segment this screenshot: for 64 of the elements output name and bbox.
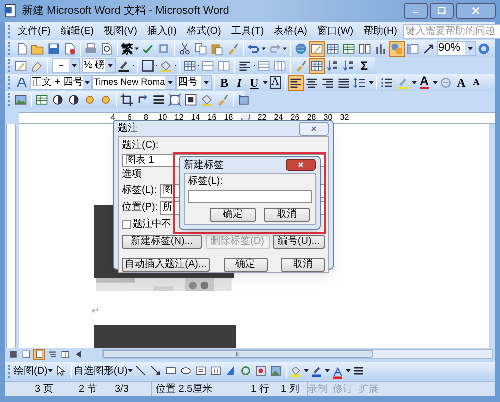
dialog-button[interactable]: 取消 bbox=[281, 258, 325, 272]
ruler-number: 6 bbox=[126, 113, 133, 122]
draw-menu[interactable]: 绘图(D) bbox=[14, 364, 48, 378]
menu-item[interactable]: 文件(F) bbox=[13, 24, 56, 38]
ruler-number: 18 bbox=[223, 113, 234, 123]
menu-item[interactable]: 工具(T) bbox=[226, 24, 270, 38]
status-item: 3 页 bbox=[35, 382, 54, 396]
status-item: 1 行 bbox=[251, 382, 270, 396]
toolbar-button[interactable]: A bbox=[469, 74, 484, 90]
group-label: 选项 bbox=[122, 169, 142, 181]
menu-item[interactable]: 插入(I) bbox=[142, 24, 182, 38]
ruler-number: 16 bbox=[206, 113, 218, 123]
ruler-number: 30 bbox=[322, 113, 334, 123]
toolbar-button[interactable]: U bbox=[247, 74, 262, 90]
ruler-number: 12 bbox=[174, 113, 185, 123]
help-search-field[interactable]: 键入需要帮助的问题 bbox=[402, 24, 500, 38]
dialog-button[interactable]: 编号(U)... bbox=[273, 235, 325, 249]
paragraph-mark: ↵ bbox=[92, 305, 100, 318]
window-title: 新建 Microsoft Word 文档 - Microsoft Word bbox=[22, 4, 230, 19]
toolbar-button[interactable]: A bbox=[417, 74, 432, 90]
ruler-number: 8 bbox=[143, 113, 150, 123]
ruler-number: 24 bbox=[273, 113, 284, 123]
ruler-number: 10 bbox=[157, 113, 168, 123]
ruler-number: 32 bbox=[339, 113, 350, 123]
ruler-number: 26 bbox=[290, 113, 301, 123]
toolbar-button[interactable]: I bbox=[232, 74, 247, 90]
dropdown-field[interactable]: 四号 bbox=[176, 75, 212, 90]
dialog-button[interactable]: 确定 bbox=[224, 258, 268, 272]
checkbox-label: 题注中不 bbox=[133, 218, 171, 232]
field-label: 题注(C): bbox=[122, 140, 159, 152]
dropdown-field[interactable]: Times New Roma bbox=[92, 75, 176, 90]
status-item: 修订 bbox=[333, 382, 354, 396]
dialog-title: 新建标签 bbox=[184, 158, 225, 172]
status-item: 3/3 bbox=[115, 382, 130, 396]
autoshapes-menu[interactable]: 自选图形(U) bbox=[74, 364, 128, 378]
field-label: 标签(L): bbox=[122, 184, 158, 198]
dialog-button[interactable]: 确定 bbox=[210, 208, 256, 222]
menu-item[interactable]: 格式(O) bbox=[182, 24, 226, 38]
dropdown-field[interactable]: ½ 磅 bbox=[82, 58, 116, 73]
toolbar-button[interactable]: B bbox=[217, 74, 232, 90]
ruler-number: 14 bbox=[190, 113, 202, 123]
toolbar-button[interactable]: 繁 bbox=[120, 40, 135, 56]
menu-item[interactable]: 窗口(W) bbox=[312, 24, 359, 38]
ruler-number: 28 bbox=[306, 113, 318, 123]
menu-item[interactable]: 帮助(H) bbox=[358, 24, 402, 38]
dropdown-field[interactable]: 正文 + 四号 bbox=[30, 75, 92, 90]
ruler-number: 4 bbox=[110, 113, 116, 123]
dropdown-field[interactable]: 90% bbox=[436, 41, 476, 56]
status-item: 1 列 bbox=[281, 382, 300, 396]
ruler-number: 22 bbox=[256, 113, 268, 123]
toolbar-button[interactable]: A bbox=[268, 74, 283, 90]
dialog-title: 题注 bbox=[118, 122, 139, 136]
toolbar-button[interactable]: A bbox=[454, 74, 469, 90]
dialog-button[interactable]: 取消 bbox=[264, 208, 310, 222]
field-label: 位置(P): bbox=[122, 200, 158, 215]
dialog-button[interactable]: 新建标签(N)... bbox=[122, 235, 202, 249]
menu-item[interactable]: 表格(A) bbox=[269, 24, 312, 38]
menu-item[interactable]: 编辑(E) bbox=[56, 24, 100, 38]
dialog-button[interactable]: 自动插入题注(A)... bbox=[122, 258, 210, 272]
menu-item[interactable]: 视图(V) bbox=[99, 24, 142, 38]
status-item: 2 节 bbox=[79, 382, 98, 396]
toolbar-button[interactable]: Σ bbox=[356, 58, 372, 74]
field-label: 标签(L): bbox=[188, 176, 224, 188]
status-item: 扩展 bbox=[359, 382, 380, 396]
